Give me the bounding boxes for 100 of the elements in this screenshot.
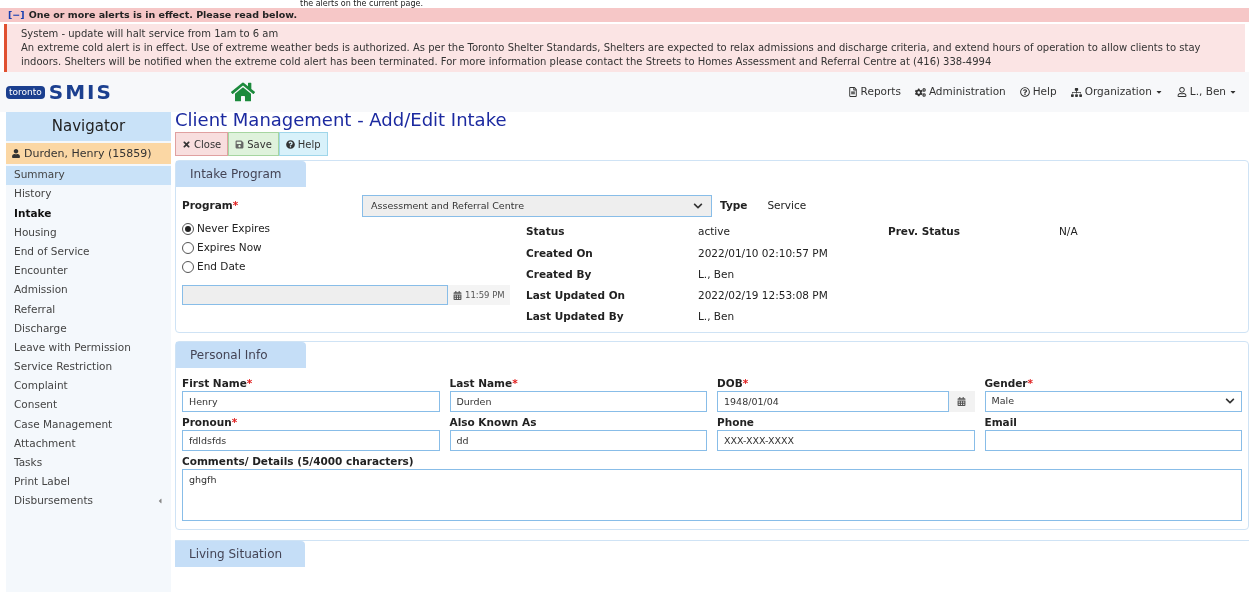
navigator-item[interactable]: Admission (6, 280, 171, 300)
page-title: Client Management - Add/Edit Intake (175, 110, 508, 130)
navigator-item[interactable]: End of Service (6, 242, 171, 262)
close-icon (182, 139, 191, 149)
program-select[interactable]: Assessment and Referral Centre (362, 195, 712, 217)
client-card[interactable]: Durden, Henry (15859) (6, 142, 171, 164)
client-name: Durden, Henry (15859) (24, 146, 152, 160)
nav-link[interactable]: Reports (847, 84, 901, 100)
navigator-title: Navigator (6, 112, 171, 141)
required-asterisk: * (1027, 376, 1034, 389)
detail-label: Status (526, 224, 566, 239)
home-icon[interactable] (231, 81, 255, 103)
radio-option[interactable]: Expires Now (182, 240, 526, 256)
select-field[interactable]: Male (984, 390, 1242, 412)
text-field[interactable] (984, 429, 1242, 451)
field-label: Pronoun* (182, 414, 239, 430)
field-value: Service (767, 198, 807, 214)
navigator-item[interactable]: Summary (6, 165, 171, 185)
caret-icon (157, 497, 163, 506)
text-field[interactable]: XXX-XXX-XXXX (717, 429, 975, 451)
alert-message: An extreme cold alert is in effect. Use of extreme weather beds is authorized. As per the Toronto Shelter Standards, Shelters are expected to relax admissions and discharge criteria, and extend hours of operation to allow clients to stay indoors. Shelters will be notified when the extreme cold alert has been terminated. For more information please contact the Streets to Homes Assessment and Referral Centre at (416) 338-4994 (21, 41, 1202, 69)
field-label: Comments/ Details (5/4000 characters) (182, 453, 415, 469)
radio-button[interactable] (182, 242, 194, 254)
toolbar-button[interactable]: Help (278, 132, 328, 156)
detail-label: Created On (526, 245, 594, 261)
detail-label: Last Updated On (526, 287, 627, 303)
calendar-icon (453, 290, 462, 300)
detail-value: L., Ben (698, 308, 736, 324)
logo-badge: toronto (6, 85, 45, 99)
navigator-item[interactable]: Referral (6, 299, 171, 319)
navigator-item[interactable]: Disbursements (6, 491, 171, 511)
caret-icon (1229, 88, 1237, 96)
nav-link[interactable]: Help (1019, 84, 1057, 100)
navigator-item[interactable]: History (6, 184, 171, 204)
detail-label: Prev. Status (888, 224, 962, 239)
navigator-item[interactable]: Print Label (6, 472, 171, 492)
field-label: DOB* (717, 375, 750, 391)
help-icon (285, 139, 295, 149)
required-asterisk: * (512, 376, 518, 389)
navigator-item[interactable]: Service Restriction (6, 357, 171, 377)
calendar-button[interactable] (948, 390, 975, 412)
field-label: Gender* (984, 375, 1035, 391)
required-asterisk: * (232, 199, 239, 212)
gears-icon (914, 86, 926, 98)
navigator-item[interactable]: Housing (6, 223, 171, 243)
required-asterisk: * (742, 376, 749, 389)
required-asterisk: * (231, 415, 238, 428)
navigator-item[interactable]: Case Management (6, 414, 171, 435)
text-field[interactable]: dd (449, 429, 707, 451)
collapse-toggle[interactable]: [−] (8, 7, 25, 23)
alert-message: System - update will halt service from 1am to 6 am (21, 27, 280, 41)
text-field[interactable]: Henry (182, 390, 440, 412)
nav-link[interactable]: Organization (1070, 84, 1163, 100)
detail-value: 2022/01/10 02:10:57 PM (698, 245, 829, 261)
detail-label: Created By (526, 266, 593, 282)
navigator-item[interactable]: Discharge (6, 319, 171, 339)
end-date-field[interactable] (182, 285, 448, 305)
navigator-item[interactable]: Tasks (6, 453, 171, 473)
field-label: First Name* (182, 375, 254, 391)
navigator-item[interactable]: Intake (6, 203, 171, 224)
field-label: Type (720, 198, 748, 214)
text-field[interactable]: fdldsfds (182, 429, 440, 451)
field-label: Also Known As (449, 414, 538, 430)
sitemap-icon (1070, 86, 1082, 98)
alert-header: One or more alerts is in effect. Please read below. (28, 7, 298, 22)
radio-button[interactable] (182, 261, 194, 273)
field-label: Last Name* (449, 375, 519, 391)
comments-field[interactable]: ghgfh (182, 468, 1242, 521)
document-icon (847, 87, 858, 97)
navigator-item[interactable]: Attachment (6, 434, 171, 454)
user-icon (1176, 87, 1187, 97)
radio-button[interactable] (182, 223, 194, 235)
navigator-item[interactable]: Encounter (6, 261, 171, 281)
help-icon (1019, 87, 1030, 97)
toolbar-button[interactable]: Save (228, 132, 279, 156)
toolbar-button[interactable]: Close (175, 132, 229, 156)
time-addon[interactable]: 11:59 PM (448, 285, 510, 305)
required-asterisk: * (246, 376, 253, 389)
field-label: Phone (717, 414, 755, 430)
nav-link[interactable]: L., Ben (1176, 84, 1237, 100)
radio-option[interactable]: End Date (182, 259, 526, 275)
radio-option[interactable]: Never Expires (182, 221, 526, 237)
detail-value: active (698, 224, 731, 239)
caret-icon (1154, 88, 1163, 96)
logo-text: SMIS (48, 79, 113, 106)
date-field[interactable]: 1948/01/04 (717, 390, 949, 412)
field-label: Email (984, 414, 1018, 430)
banner-text: the alerts on the current page. (299, 0, 424, 8)
text-field[interactable]: Durden (449, 390, 707, 412)
chevron-icon (693, 201, 703, 211)
calendar-icon (957, 396, 966, 406)
field-label: Program* (182, 198, 240, 214)
detail-value: L., Ben (698, 266, 736, 282)
person-icon (12, 149, 20, 158)
detail-label: Last Updated By (526, 308, 625, 324)
nav-link[interactable]: Administration (914, 84, 1006, 100)
navigator-item[interactable]: Complaint (6, 376, 171, 396)
detail-value: 2022/02/19 12:53:08 PM (698, 287, 829, 303)
navigator-item[interactable]: Consent (6, 395, 171, 415)
navigator-item[interactable]: Leave with Permission (6, 338, 171, 358)
